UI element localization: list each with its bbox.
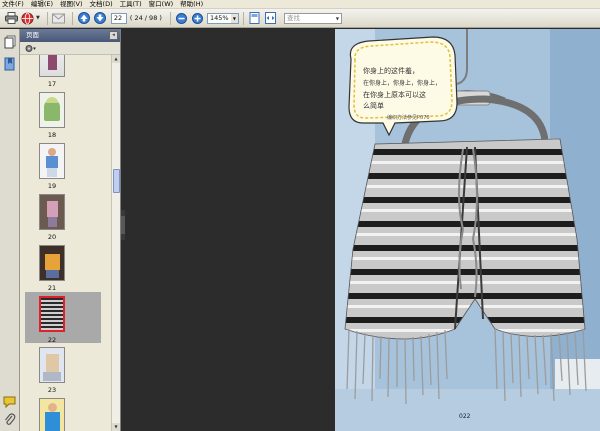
options-gear-icon[interactable] (25, 44, 37, 53)
printer-icon (4, 12, 18, 24)
thumbnail-image (39, 92, 65, 128)
menu-edit[interactable]: 编辑(E) (31, 0, 53, 9)
zoom-out-icon (176, 12, 188, 24)
thumbnail-image (39, 194, 65, 230)
fit-width-button[interactable] (264, 11, 278, 25)
attachment-icon[interactable] (3, 413, 17, 427)
navigation-strip (0, 29, 20, 431)
bubble-text-line: 你身上的这件羞， (363, 67, 419, 75)
panel-title: 页面 (26, 31, 39, 39)
scroll-down-icon[interactable]: ▼ (112, 423, 120, 431)
document-page: 你身上的这件羞， 在你身上，你身上，你身上， 在你身上原本可以这 么简单 编织方… (335, 29, 600, 431)
thumbnail-label: 18 (47, 131, 57, 139)
page-illustration (335, 29, 600, 431)
thumbnail-image (39, 296, 65, 332)
toolbar-separator (46, 11, 48, 25)
thumbnail-image (39, 347, 65, 383)
scroll-up-icon[interactable]: ▲ (112, 55, 120, 63)
search-input[interactable]: 查找 ▼ (283, 12, 342, 24)
menu-file[interactable]: 文件(F) (2, 0, 24, 9)
share-dropdown-icon[interactable]: ▼ (36, 15, 40, 21)
menu-help[interactable]: 帮助(H) (180, 0, 203, 9)
comments-icon[interactable] (3, 395, 17, 409)
thumbnail-image (39, 398, 65, 431)
thumbnail-label: 17 (47, 80, 57, 88)
thumbnail-label: 20 (47, 233, 57, 241)
fit-page-button[interactable] (248, 11, 262, 25)
zoom-level-value: 145% (209, 13, 229, 22)
document-viewport[interactable]: 你身上的这件羞， 在你身上，你身上，你身上， 在你身上原本可以这 么简单 编织方… (121, 29, 600, 431)
toolbar: ▼ 22 ( 24 / 98 ) 145% ▼ 查找 ▼ (0, 9, 600, 28)
zoom-in-button[interactable] (191, 11, 205, 25)
thumbnail-scrollbar[interactable]: ▲ ▼ (111, 55, 120, 431)
menu-view[interactable]: 视图(V) (60, 0, 83, 9)
toolbar-separator (169, 11, 171, 25)
chevron-down-icon: ▼ (335, 15, 339, 21)
arrow-down-icon (93, 12, 106, 24)
thumbnail-label: 19 (47, 182, 57, 190)
zoom-out-button[interactable] (175, 11, 189, 25)
arrow-up-icon (77, 12, 90, 24)
thumbnail-label: 21 (47, 284, 57, 292)
thumbnail-image (39, 55, 65, 77)
thumbnail-image (39, 143, 65, 179)
zoom-level-select[interactable]: 145% ▼ (206, 12, 239, 24)
bubble-text-line: 在你身上原本可以这 (363, 91, 426, 99)
scrollbar-thumb[interactable] (113, 169, 120, 193)
thumbnail-list: 17 18 19 20 21 22 23 (20, 55, 112, 431)
menu-document[interactable]: 文档(D) (90, 0, 113, 9)
page-count-label: ( 24 / 98 ) (129, 14, 162, 22)
fit-page-icon (249, 12, 260, 24)
print-button[interactable] (4, 11, 18, 25)
envelope-icon (52, 13, 66, 23)
pages-icon[interactable] (3, 35, 17, 49)
menu-window[interactable]: 窗口(W) (149, 0, 174, 9)
page-number-input[interactable]: 22 (110, 12, 127, 24)
menu-bar: 文件(F) 编辑(E) 视图(V) 文档(D) 工具(T) 窗口(W) 帮助(H… (0, 0, 600, 9)
thumbnail-image (39, 245, 65, 281)
menu-tools[interactable]: 工具(T) (120, 0, 142, 9)
bubble-signature: 编织方法参见P070 (387, 115, 430, 121)
thumbnail-label: 22 (47, 336, 57, 344)
bubble-text-line: 在你身上，你身上，你身上， (363, 80, 442, 87)
printed-page-number: 022 (459, 413, 471, 420)
panel-options-bar (20, 42, 120, 55)
panel-collapse-button[interactable]: ◂ (109, 31, 118, 40)
bookmarks-icon[interactable] (3, 57, 17, 71)
thumbnail-label: 23 (47, 386, 57, 394)
bubble-text-line: 么简单 (363, 102, 384, 110)
chevron-down-icon: ▼ (230, 13, 238, 23)
search-placeholder: 查找 (286, 13, 300, 22)
toolbar-separator (242, 11, 244, 25)
next-page-button[interactable] (93, 11, 107, 25)
panel-header: 页面 ◂ (20, 29, 120, 42)
pages-panel: 页面 ◂ 17 18 19 20 21 22 23 ▲ ▼ (20, 29, 121, 431)
zoom-in-icon (192, 12, 204, 24)
pdf-reader-window: 文件(F) 编辑(E) 视图(V) 文档(D) 工具(T) 窗口(W) 帮助(H… (0, 0, 600, 431)
fit-width-icon (265, 12, 277, 24)
email-button[interactable] (52, 11, 66, 25)
globe-icon (21, 12, 33, 24)
previous-page-button[interactable] (77, 11, 91, 25)
panel-splitter-handle[interactable] (121, 210, 125, 240)
share-button[interactable] (20, 11, 34, 25)
toolbar-separator (71, 11, 73, 25)
